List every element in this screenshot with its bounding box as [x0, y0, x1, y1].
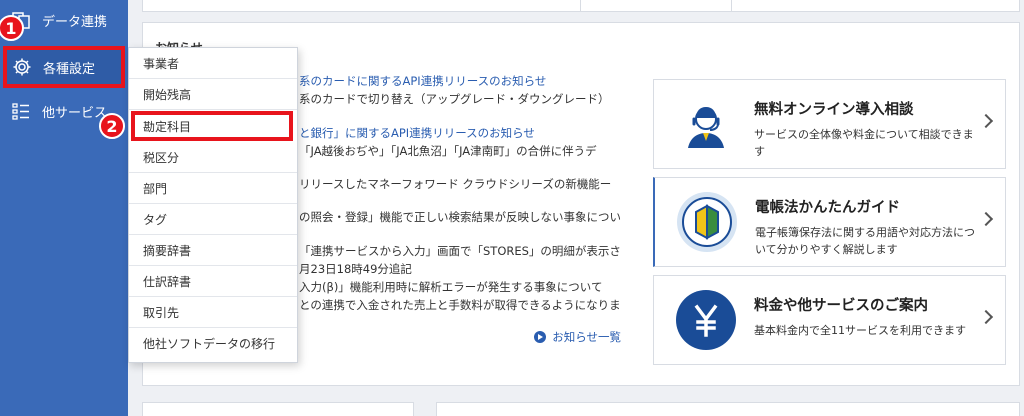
menu-item-account-titles[interactable]: 勘定科目 [131, 111, 293, 141]
menu-item-business[interactable]: 事業者 [129, 48, 297, 79]
news-item: 月23日18時49分追記 [299, 262, 412, 276]
card-desc: 基本料金内で全11サービスを利用できます [754, 324, 966, 337]
bottom-panel [142, 402, 414, 416]
menu-item-opening-balance[interactable]: 開始残高 [129, 79, 297, 110]
divider [731, 0, 732, 11]
sidebar-item-label: データ連携 [42, 14, 108, 30]
card-title: 料金や他サービスのご案内 [754, 298, 928, 314]
news-item[interactable]: リリースしたマネーフォワード クラウドシリーズの新機能ー [299, 176, 625, 192]
card-desc: 電子帳簿保存法に関する用語や対応方法について分かりやすく解説します [755, 226, 975, 256]
card-title: 電帳法かんたんガイド [755, 200, 900, 216]
news-item[interactable]: との連携で入金された売上と手数料が取得できるようになりま [299, 297, 625, 313]
annotation-badge-2: 2 [99, 113, 125, 139]
sidebar-item-settings[interactable]: 各種設定 [3, 46, 125, 88]
menu-item-tag[interactable]: タグ [129, 204, 297, 235]
bottom-panel [436, 402, 1020, 416]
sidebar-item-label: 他サービス [42, 105, 108, 121]
notice-list-label: お知らせ一覧 [552, 330, 621, 344]
headset-support-icon [676, 94, 736, 154]
news-item[interactable]: の照会・登録」機能で正しい検索結果が反映しない事象につい [299, 209, 625, 225]
chevron-right-icon [978, 211, 994, 227]
news-item[interactable]: 系のカードで切り替え（アップグレード・ダウングレード） [299, 91, 625, 107]
card-pricing-services[interactable]: 料金や他サービスのご案内 基本料金内で全11サービスを利用できます [653, 275, 1006, 365]
news-item[interactable]: 入力(β)」機能利用時に解析エラーが発生する事象について [299, 279, 625, 295]
card-desc: サービスの全体像や料金について相談できます [754, 128, 974, 158]
notice-list-link[interactable]: お知らせ一覧 [534, 329, 621, 345]
divider [580, 0, 581, 11]
sidebar-item-label: 各種設定 [43, 61, 96, 77]
news-item[interactable]: 系のカードに関するAPI連携リリースのお知らせ [299, 73, 625, 89]
chevron-right-icon [978, 309, 994, 325]
gear-icon [11, 56, 33, 78]
beginner-mark-icon [677, 192, 737, 252]
chevron-right-icon [978, 113, 994, 129]
menu-item-summary-dictionary[interactable]: 摘要辞書 [129, 235, 297, 266]
arrow-circle-icon [534, 331, 547, 343]
settings-dropdown-menu: 事業者 開始残高 勘定科目 税区分 部門 タグ 摘要辞書 仕訳辞書 取引先 他社… [128, 47, 298, 363]
list-icon [10, 100, 32, 122]
sidebar: データ連携 各種設定 他サービス [0, 0, 128, 416]
menu-item-department[interactable]: 部門 [129, 173, 297, 204]
menu-item-tax-category[interactable]: 税区分 [129, 142, 297, 173]
card-online-consultation[interactable]: 無料オンライン導入相談 サービスの全体像や料金について相談できます [653, 79, 1006, 169]
news-item[interactable]: 「連携サービスから入力」画面で「STORES」の明細が表示さ [299, 243, 625, 259]
card-title: 無料オンライン導入相談 [754, 102, 914, 118]
top-panel-strip [142, 0, 1020, 12]
news-item[interactable]: 「JA越後おぢや」「JA北魚沼」「JA津南町」の合併に伴うデ [299, 143, 625, 159]
yen-icon [676, 290, 736, 350]
menu-item-data-migration[interactable]: 他社ソフトデータの移行 [129, 328, 297, 359]
menu-item-clients[interactable]: 取引先 [129, 297, 297, 328]
menu-item-journal-dictionary[interactable]: 仕訳辞書 [129, 266, 297, 297]
news-item[interactable]: と銀行」に関するAPI連携リリースのお知らせ [299, 125, 625, 141]
card-eticho-guide[interactable]: 電帳法かんたんガイド 電子帳簿保存法に関する用語や対応方法について分かりやすく解… [653, 177, 1006, 267]
